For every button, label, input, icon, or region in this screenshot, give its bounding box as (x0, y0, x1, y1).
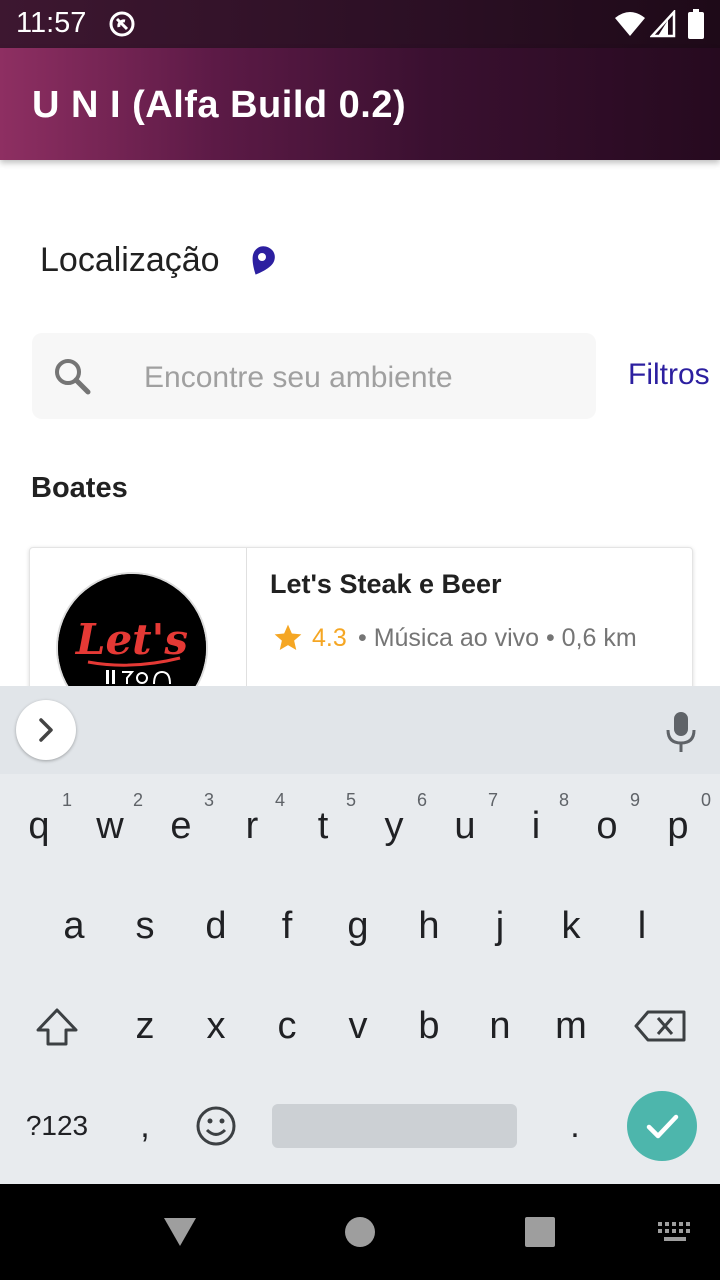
status-time: 11:57 (16, 7, 87, 39)
chevron-right-icon (39, 718, 53, 742)
keyboard: ?123 , . q1w2e3r4t5y6u7i8o9p0asdfghjklzx… (0, 686, 720, 1184)
key-s[interactable]: s (110, 886, 180, 966)
comma-key[interactable]: , (110, 1086, 180, 1166)
keyboard-toolbar (0, 686, 720, 774)
key-label: i (531, 805, 541, 847)
key-v[interactable]: v (323, 986, 393, 1066)
key-e[interactable]: e3 (146, 786, 216, 866)
key-label: p (667, 805, 689, 847)
key-q[interactable]: q1 (4, 786, 74, 866)
key-p[interactable]: p0 (643, 786, 713, 866)
key-i[interactable]: i8 (501, 786, 571, 866)
venue-logo-text: Let's (75, 615, 188, 664)
signal-icon (650, 10, 676, 38)
key-h[interactable]: h (394, 886, 464, 966)
key-hint: 2 (132, 790, 143, 810)
key-hint: 7 (487, 790, 498, 810)
location-label[interactable]: Localização (40, 241, 220, 280)
key-n[interactable]: n (465, 986, 535, 1066)
backspace-key[interactable] (626, 986, 696, 1066)
venue-name: Let's Steak e Beer (270, 569, 502, 599)
key-hint: 6 (416, 790, 427, 810)
wifi-icon (615, 12, 645, 36)
status-bar: 11:57 (0, 0, 720, 48)
key-m[interactable]: m (536, 986, 606, 1066)
key-o[interactable]: o9 (572, 786, 642, 866)
key-d[interactable]: d (181, 886, 251, 966)
key-hint: 9 (629, 790, 640, 810)
key-k[interactable]: k (536, 886, 606, 966)
space-key[interactable] (272, 1104, 517, 1148)
symbols-key[interactable]: ?123 (14, 1086, 100, 1166)
recents-icon[interactable] (524, 1216, 556, 1248)
section-title: Boates (31, 472, 128, 504)
mic-icon[interactable] (664, 710, 698, 754)
check-icon (646, 1114, 679, 1139)
venue-details: • Música ao vivo • 0,6 km (358, 624, 637, 652)
key-hint: 8 (558, 790, 569, 810)
key-label: o (596, 805, 618, 847)
keyboard-expand-button[interactable] (16, 700, 76, 760)
navigation-bar (0, 1184, 720, 1280)
key-hint: 1 (61, 790, 72, 810)
key-label: t (317, 805, 329, 847)
back-icon[interactable] (162, 1216, 198, 1248)
venue-rating: 4.3 (312, 624, 347, 652)
filters-link[interactable]: Filtros (628, 358, 710, 392)
key-hint: 4 (274, 790, 285, 810)
key-hint: 3 (203, 790, 214, 810)
location-pin-icon[interactable] (248, 244, 276, 278)
shift-key[interactable] (22, 986, 92, 1066)
key-hint: 5 (345, 790, 356, 810)
key-z[interactable]: z (110, 986, 180, 1066)
battery-icon (688, 9, 704, 39)
rating-star-icon (274, 624, 302, 650)
key-hint: 0 (700, 790, 711, 810)
key-label: q (28, 805, 50, 847)
key-a[interactable]: a (39, 886, 109, 966)
period-key[interactable]: . (540, 1086, 610, 1166)
key-label: r (245, 805, 259, 847)
keyboard-switch-icon[interactable] (656, 1220, 694, 1244)
key-label: w (96, 805, 124, 847)
key-w[interactable]: w2 (75, 786, 145, 866)
key-label: e (170, 805, 192, 847)
vpn-icon (109, 11, 135, 37)
search-icon (55, 359, 91, 395)
key-j[interactable]: j (465, 886, 535, 966)
key-f[interactable]: f (252, 886, 322, 966)
key-u[interactable]: u7 (430, 786, 500, 866)
key-g[interactable]: g (323, 886, 393, 966)
emoji-icon[interactable] (186, 1086, 246, 1166)
search-input[interactable] (144, 358, 584, 398)
key-t[interactable]: t5 (288, 786, 358, 866)
key-label: y (384, 805, 404, 847)
key-l[interactable]: l (607, 886, 677, 966)
home-icon[interactable] (344, 1216, 376, 1248)
key-label: u (454, 805, 476, 847)
enter-key[interactable] (627, 1091, 697, 1161)
app-title: U N I (Alfa Build 0.2) (32, 84, 407, 126)
key-c[interactable]: c (252, 986, 322, 1066)
key-r[interactable]: r4 (217, 786, 287, 866)
key-y[interactable]: y6 (359, 786, 429, 866)
key-b[interactable]: b (394, 986, 464, 1066)
key-x[interactable]: x (181, 986, 251, 1066)
